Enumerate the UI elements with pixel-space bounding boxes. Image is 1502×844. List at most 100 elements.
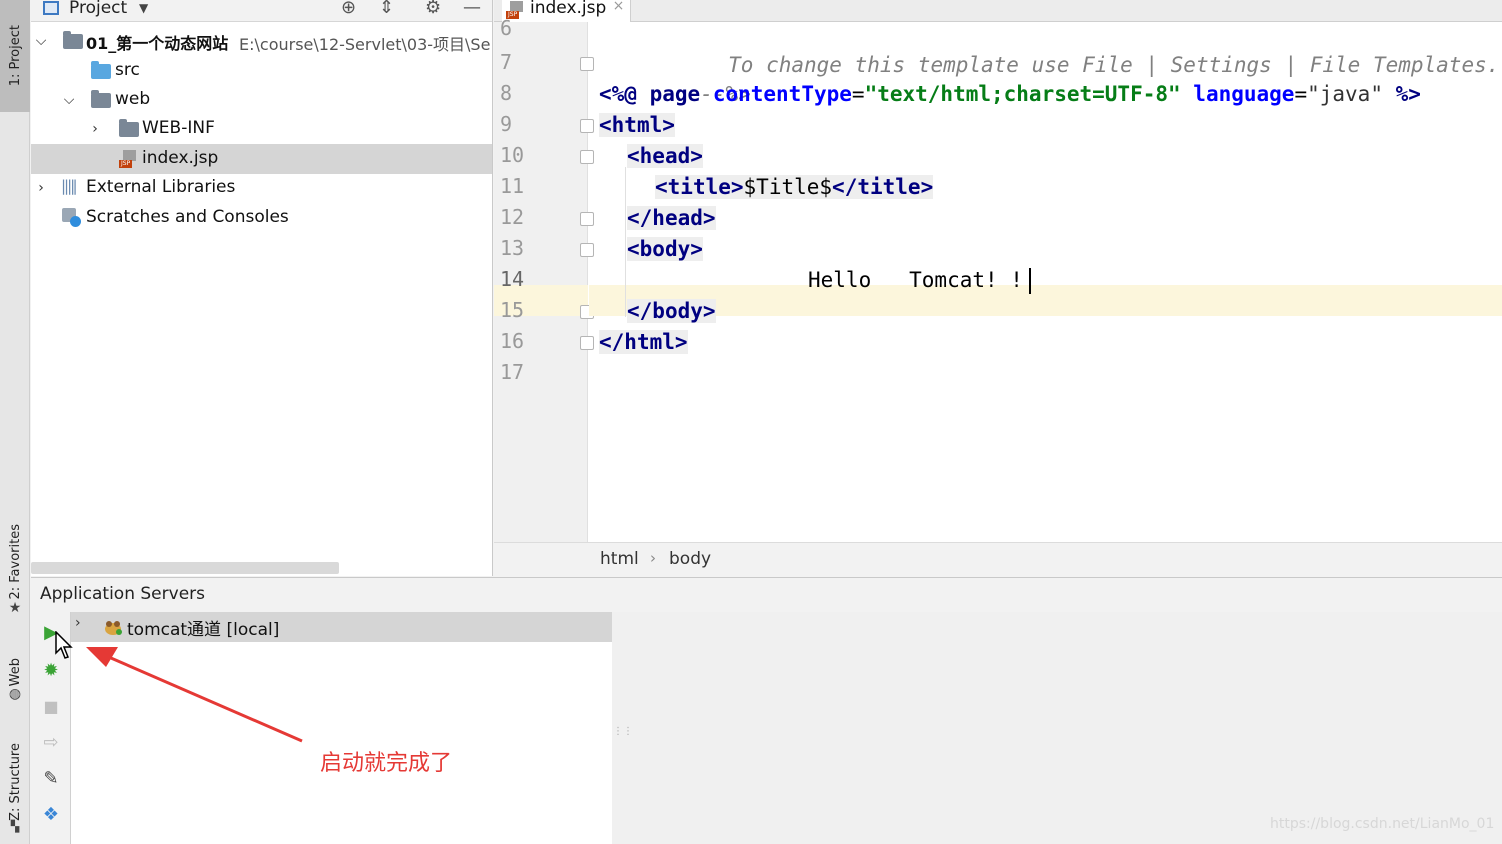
tree-item-src-label: src <box>115 60 140 80</box>
tree-item-scratches[interactable]: Scratches and Consoles <box>31 203 492 233</box>
tree-item-scratches-label: Scratches and Consoles <box>86 207 289 227</box>
project-tool-tab[interactable]: 1: Project <box>0 0 30 112</box>
current-line-highlight <box>589 285 1502 316</box>
line-number-current: 14 <box>500 267 525 291</box>
servers-list: › tomcat通道 [local] <box>71 612 612 844</box>
tree-item-project-root[interactable]: ⌵ 01_第一个动态网站 E:\course\12-Servlet\03-项目\… <box>31 26 492 56</box>
code-line-6: To change this template use File | Setti… <box>627 19 1499 77</box>
structure-icon: ▚ <box>10 820 20 834</box>
server-details-area <box>612 612 1502 844</box>
debug-bug-icon[interactable]: ✹ <box>39 658 63 682</box>
project-window-icon <box>43 1 59 15</box>
code-line-15: </body> <box>627 299 716 323</box>
web-folder-icon <box>91 90 111 108</box>
server-row-tomcat[interactable]: › tomcat通道 [local] <box>71 612 612 642</box>
code-line-7: --%> <box>599 48 751 106</box>
server-row-label: tomcat通道 [local] <box>127 620 280 640</box>
code-line-9: <html> <box>599 113 675 137</box>
globe-icon: ◍ <box>8 686 22 703</box>
project-panel-header: Project ▼ ⊕ ⇕ ⚙ — <box>31 0 492 22</box>
tag-body: body <box>639 237 691 261</box>
line-number: 7 <box>500 50 513 74</box>
tree-item-src[interactable]: src <box>31 56 492 86</box>
crosshair-icon[interactable]: ⊕ <box>341 0 356 18</box>
close-icon[interactable]: × <box>613 0 625 14</box>
line-number: 12 <box>500 205 525 229</box>
tree-item-index-jsp[interactable]: JSP index.jsp <box>31 144 492 174</box>
code-line-12: </head> <box>627 206 716 230</box>
line-number: 9 <box>500 112 513 136</box>
splitter-grip-icon[interactable]: ⋮⋮ <box>613 726 633 737</box>
code-line-10: <head> <box>627 144 703 168</box>
edit-config-icon[interactable]: ✎ <box>39 766 63 790</box>
web-tool-tab-label: Web <box>7 657 23 687</box>
favorites-tool-tab[interactable]: 2: Favorites ★ <box>0 510 30 630</box>
directive-keyword: page <box>649 82 701 106</box>
chevron-down-icon[interactable]: ⌵ <box>33 33 49 49</box>
structure-tool-tab[interactable]: Z: Structure ▚ <box>0 732 30 844</box>
application-servers-title: Application Servers <box>40 584 205 604</box>
line-number: 13 <box>500 236 525 260</box>
line-number: 11 <box>500 174 525 198</box>
hello-tomcat-text: Hello Tomcat! ! <box>808 268 1023 292</box>
comment-text: To change this template use File | Setti… <box>728 53 1500 77</box>
indent-guide <box>625 167 626 317</box>
code-line-8: <%@ page contentType="text/html;charset=… <box>599 82 1421 106</box>
directive-close: %> <box>1395 82 1421 106</box>
code-editor: JSP index.jsp × 6 7 8 9 10 11 12 13 14 1… <box>494 0 1502 576</box>
web-tool-tab[interactable]: Web ◍ <box>0 648 30 712</box>
collapse-all-icon[interactable]: ⇕ <box>379 0 394 18</box>
structure-tool-tab-label: Z: Structure <box>7 742 23 821</box>
application-servers-panel: Application Servers ▶ ✹ ■ ⇨ ✎ ❖ › tomcat… <box>31 577 1502 844</box>
tree-item-external-libraries-label: External Libraries <box>86 177 236 197</box>
directive-open: <%@ <box>599 82 637 106</box>
code-line-11: <title>$Title$</title> <box>655 175 934 199</box>
value-language: "java" <box>1307 82 1383 106</box>
line-number: 16 <box>500 329 525 353</box>
chevron-down-icon[interactable]: ▼ <box>139 1 148 15</box>
tag-html: html <box>611 113 663 137</box>
line-number: 8 <box>500 81 513 105</box>
tree-item-web[interactable]: ⌵ web <box>31 85 492 115</box>
breadcrumb-html[interactable]: html <box>600 549 639 569</box>
tomcat-icon <box>103 618 123 636</box>
chevron-right-icon[interactable]: › <box>87 121 103 137</box>
star-icon: ★ <box>8 599 22 616</box>
tag-head: head <box>639 144 691 168</box>
gear-icon[interactable]: ⚙ <box>425 0 441 18</box>
line-number: 6 <box>500 16 513 40</box>
code-text-area[interactable]: To change this template use File | Setti… <box>589 22 1502 542</box>
line-number: 10 <box>500 143 525 167</box>
tree-item-web-label: web <box>115 89 151 109</box>
editor-breadcrumb: html › body <box>494 542 1502 576</box>
tree-item-external-libraries[interactable]: › |||‖ External Libraries <box>31 173 492 203</box>
chevron-down-icon[interactable]: ⌵ <box>61 92 77 108</box>
tag-html-close: /html <box>611 330 675 354</box>
tag-title-close: title <box>857 175 921 199</box>
chevron-right-icon[interactable]: › <box>75 615 81 631</box>
tab-index-jsp-label: index.jsp <box>530 0 607 18</box>
tree-item-index-jsp-label: index.jsp <box>142 148 219 168</box>
value-content-type: "text/html;charset=UTF-8" <box>864 82 1181 106</box>
stop-icon[interactable]: ■ <box>39 694 63 718</box>
tree-item-web-inf[interactable]: › WEB-INF <box>31 114 492 144</box>
jsp-file-icon: JSP <box>119 150 139 168</box>
deploy-icon[interactable]: ⇨ <box>39 730 63 754</box>
favorites-tool-tab-label: 2: Favorites <box>7 524 23 600</box>
chevron-right-icon[interactable]: › <box>33 180 49 196</box>
project-panel-title[interactable]: Project <box>69 0 127 18</box>
module-folder-icon <box>63 31 83 49</box>
text-caret <box>1028 268 1031 294</box>
project-root-path: E:\course\12-Servlet\03-项目\Se <box>239 35 491 54</box>
artifacts-icon[interactable]: ❖ <box>39 802 63 826</box>
tag-body-close: /body <box>639 299 703 323</box>
breadcrumb-body[interactable]: body <box>669 549 711 569</box>
watermark-text: https://blog.csdn.net/LianMo_01 <box>1270 816 1495 832</box>
library-icon: |||‖ <box>61 177 78 195</box>
line-number: 15 <box>500 298 525 322</box>
console-badge-icon <box>70 216 81 227</box>
attr-content-type: contentType <box>712 82 852 106</box>
code-line-13: <body> <box>627 237 703 261</box>
project-horizontal-scrollbar[interactable] <box>31 562 339 574</box>
minimize-icon[interactable]: — <box>463 0 481 18</box>
